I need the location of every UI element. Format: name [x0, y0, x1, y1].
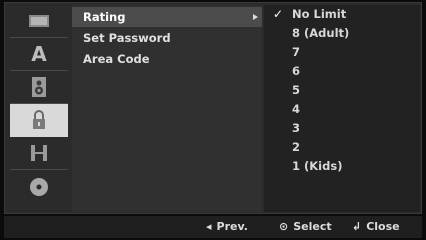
- category-language[interactable]: A: [10, 38, 68, 71]
- rating-option-8[interactable]: 8 (Adult): [264, 24, 420, 43]
- category-icon-column: A: [10, 5, 68, 212]
- option-label: 2: [292, 140, 301, 154]
- rating-option-2[interactable]: 2: [264, 138, 420, 157]
- film-recording-icon: [31, 145, 47, 161]
- option-label: 3: [292, 121, 301, 135]
- prev-label: Prev.: [216, 220, 248, 233]
- setup-screen: A Rating Set Password Area Code ✓ No Lim…: [0, 0, 426, 240]
- option-label: 4: [292, 102, 301, 116]
- svg-text:A: A: [31, 43, 47, 65]
- disc-setup-icon: [29, 15, 49, 27]
- menu-item-area-code[interactable]: Area Code: [72, 49, 262, 69]
- rating-option-1[interactable]: 1 (Kids): [264, 157, 420, 176]
- menu-item-label: Set Password: [83, 31, 171, 45]
- lock-icon: [33, 110, 45, 129]
- category-disc-setup[interactable]: [10, 5, 68, 38]
- rating-options-list: ✓ No Limit 8 (Adult) 7 6 5 4 3 2 1 (Kids…: [264, 5, 420, 212]
- rating-option-3[interactable]: 3: [264, 119, 420, 138]
- rating-option-no-limit[interactable]: ✓ No Limit: [264, 5, 420, 24]
- select-hint[interactable]: ⊙ Select: [279, 216, 332, 238]
- menu-item-rating[interactable]: Rating: [72, 7, 262, 27]
- category-disc[interactable]: [10, 170, 68, 203]
- option-label: 1 (Kids): [292, 159, 343, 173]
- button-hint-bar: ◂ Prev. ⊙ Select ↲ Close: [4, 216, 422, 238]
- prev-hint[interactable]: ◂ Prev.: [206, 216, 248, 238]
- checkmark-icon: ✓: [273, 7, 284, 21]
- category-lock[interactable]: [10, 104, 68, 137]
- rating-option-6[interactable]: 6: [264, 62, 420, 81]
- close-label: Close: [366, 220, 400, 233]
- close-hint[interactable]: ↲ Close: [352, 216, 400, 238]
- enter-button-icon: ⊙: [279, 220, 289, 233]
- option-label: 5: [292, 83, 301, 97]
- submenu-arrow-icon: [253, 14, 258, 20]
- rating-option-5[interactable]: 5: [264, 81, 420, 100]
- rating-option-7[interactable]: 7: [264, 43, 420, 62]
- menu-item-set-password[interactable]: Set Password: [72, 28, 262, 48]
- menu-item-label: Area Code: [83, 52, 150, 66]
- audio-speaker-icon: [32, 77, 46, 97]
- option-label: No Limit: [292, 7, 347, 21]
- option-label: 8 (Adult): [292, 26, 350, 40]
- select-label: Select: [293, 220, 332, 233]
- return-icon: ↲: [352, 220, 362, 233]
- settings-menu: Rating Set Password Area Code: [72, 5, 262, 212]
- option-label: 6: [292, 64, 301, 78]
- disc-icon: [30, 177, 48, 196]
- rating-option-4[interactable]: 4: [264, 100, 420, 119]
- language-icon: A: [31, 43, 47, 65]
- category-audio[interactable]: [10, 71, 68, 104]
- category-recording[interactable]: [10, 137, 68, 170]
- menu-item-label: Rating: [83, 10, 126, 24]
- option-label: 7: [292, 45, 301, 59]
- left-arrow-icon: ◂: [206, 220, 212, 233]
